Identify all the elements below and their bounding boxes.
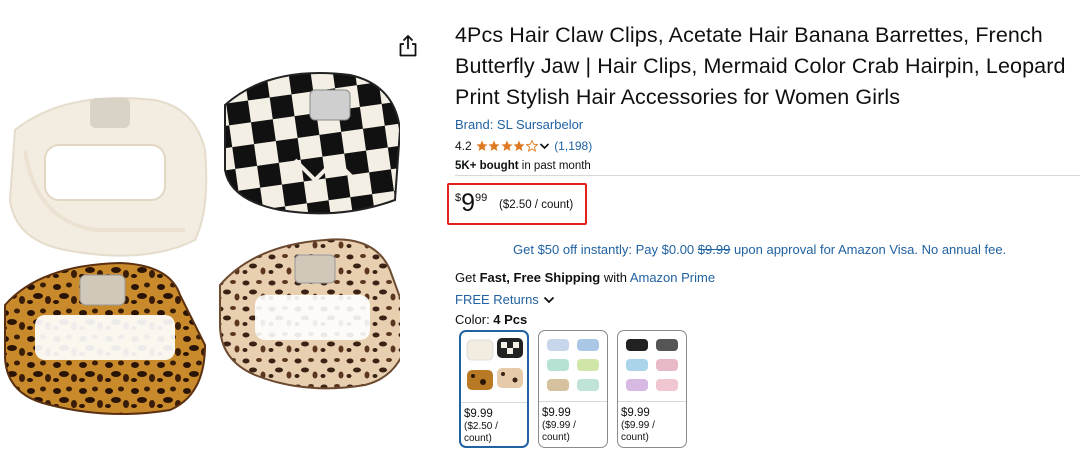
star-icon: [513, 140, 525, 151]
swatch-price: $9.99: [464, 408, 493, 420]
swatch-price: $9.99: [542, 407, 571, 419]
chevron-down-icon: [543, 296, 554, 303]
star-rating[interactable]: [476, 140, 539, 152]
shipping-prefix: Get: [455, 270, 480, 285]
product-image[interactable]: [0, 55, 400, 425]
offer-strike-price: $9.99: [697, 242, 731, 257]
product-title: 4Pcs Hair Claw Clips, Acetate Hair Banan…: [455, 23, 1066, 109]
star-empty-icon: [525, 140, 538, 152]
free-returns-label: FREE Returns: [455, 292, 539, 307]
star-icon: [488, 140, 500, 151]
rating-count-link[interactable]: (1,198): [554, 139, 592, 153]
swatch-separator: [618, 401, 686, 402]
bought-in-past-month: 5K+ bought in past month: [455, 160, 1075, 172]
divider: [455, 175, 1080, 176]
brand-link[interactable]: Brand: SL Sursarbelor: [455, 117, 1075, 132]
product-info: 4Pcs Hair Claw Clips, Acetate Hair Banan…: [455, 20, 1075, 172]
offer-text-before: Get $50 off instantly: Pay $0.00: [513, 242, 698, 257]
swatch-separator: [539, 401, 607, 402]
swatch-unit-price: ($2.50 / count): [464, 421, 498, 444]
color-label-prefix: Color:: [455, 312, 494, 327]
price-per-unit: ($2.50 / count): [499, 199, 574, 211]
swatch-thumbnail: [466, 338, 523, 390]
swatch-unit-price: ($9.99 / count): [542, 420, 576, 443]
share-icon[interactable]: [397, 34, 419, 58]
star-icon: [476, 140, 488, 151]
swatch-price: $9.99: [621, 407, 650, 419]
color-label: Color: 4 Pcs: [455, 312, 527, 327]
swatch-unit-price: ($9.99 / count): [621, 420, 655, 443]
offer-text-after: upon approval for Amazon Visa. No annual…: [730, 242, 1007, 257]
product-image-area: [0, 0, 440, 455]
color-swatch-mixed[interactable]: $9.99 ($9.99 / count): [617, 330, 687, 448]
color-swatch-4pcs[interactable]: $9.99 ($2.50 / count): [459, 330, 529, 448]
swatch-thumbnail: [626, 339, 678, 391]
color-swatch-mermaid[interactable]: $9.99 ($9.99 / count): [538, 330, 608, 448]
rating-row: 4.2 (1,198): [455, 138, 1075, 154]
shipping-bold: Fast, Free Shipping: [479, 270, 601, 285]
price-highlight-box: $ 9 99 ($2.50 / count): [447, 183, 587, 225]
amazon-prime-link[interactable]: Amazon Prime: [630, 270, 715, 285]
price-fraction: 99: [475, 192, 488, 204]
shipping-info: Get Fast, Free Shipping with Amazon Prim…: [455, 270, 715, 285]
visa-offer-link[interactable]: Get $50 off instantly: Pay $0.00 $9.99 u…: [513, 242, 1006, 257]
swatch-separator: [461, 402, 527, 403]
shipping-middle: with: [600, 270, 630, 285]
bought-count: 5K+ bought: [455, 160, 519, 172]
bought-period: in past month: [518, 160, 591, 172]
rating-value: 4.2: [455, 139, 472, 153]
color-selected-value: 4 Pcs: [493, 312, 528, 327]
swatch-thumbnail: [547, 339, 599, 391]
price: $ 9 99: [455, 189, 487, 217]
star-icon: [501, 140, 513, 151]
free-returns-link[interactable]: FREE Returns: [455, 292, 555, 307]
chevron-down-icon[interactable]: [539, 141, 550, 151]
price-whole: 9: [461, 189, 476, 217]
